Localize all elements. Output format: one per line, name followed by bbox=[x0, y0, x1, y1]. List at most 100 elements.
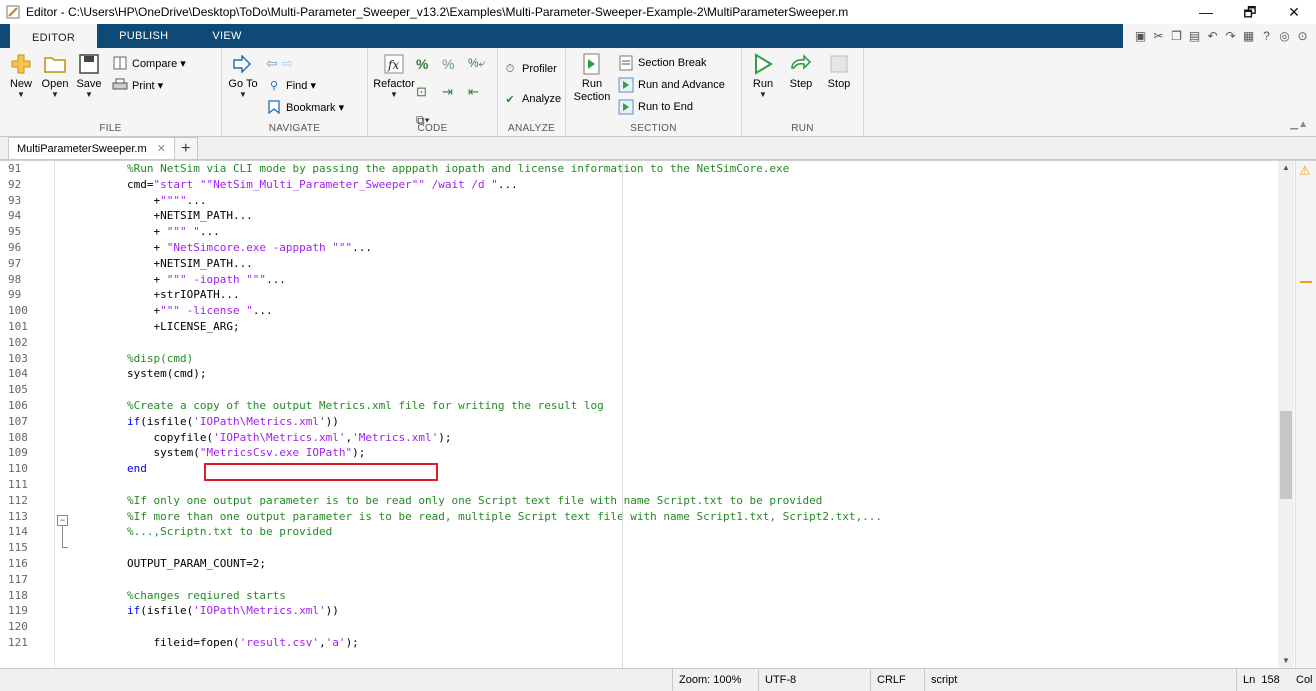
scroll-down-icon[interactable]: ▼ bbox=[1278, 654, 1294, 668]
code-line: fileid=fopen('result.csv','a'); bbox=[74, 635, 359, 649]
decrease-indent-icon[interactable]: ⇤ bbox=[468, 84, 490, 108]
line-number: 113 bbox=[8, 509, 28, 523]
code-line: %disp(cmd) bbox=[74, 351, 194, 365]
zoom-level: Zoom: 100% bbox=[672, 669, 759, 691]
back-arrow-icon[interactable]: ⇦ bbox=[266, 55, 278, 72]
line-number: 119 bbox=[8, 604, 28, 618]
line-number: 103 bbox=[8, 351, 28, 365]
line-number: 106 bbox=[8, 398, 28, 412]
copy-icon[interactable]: ❐ bbox=[1169, 29, 1184, 44]
navigate-group: Go To ▼ ⇦ ⇨ ⚲ Find ▾ Bookmark ▾ NAVIGATE bbox=[222, 48, 368, 136]
code-group: fx Refactor ▼ % % %⤶ ⊡ ⇥ ⇤ ⧉▾ CODE bbox=[368, 48, 498, 136]
code-line: + """ "... bbox=[74, 225, 220, 239]
status-bar: Zoom: 100% UTF-8 CRLF script Ln 158 Col … bbox=[0, 668, 1316, 691]
warning-marker[interactable] bbox=[1300, 281, 1312, 283]
line-number: 114 bbox=[8, 525, 28, 539]
right-margin-line bbox=[622, 161, 623, 668]
run-and-advance-button[interactable]: Run and Advance bbox=[618, 76, 725, 94]
redo-icon[interactable]: ↷ bbox=[1223, 29, 1238, 44]
code-line: %...,Scriptn.txt to be provided bbox=[74, 525, 333, 539]
minimize-button[interactable]: — bbox=[1184, 0, 1228, 24]
highlight-box bbox=[204, 463, 438, 481]
line-number: 111 bbox=[8, 477, 28, 491]
tab-editor[interactable]: EDITOR bbox=[10, 24, 98, 48]
paste-icon[interactable]: ▤ bbox=[1187, 29, 1202, 44]
close-button[interactable]: ✕ bbox=[1272, 0, 1316, 24]
section-break-button[interactable]: Section Break bbox=[618, 54, 725, 72]
line-number: 102 bbox=[8, 335, 28, 349]
code-line: %changes reqiured starts bbox=[74, 588, 286, 602]
close-tab-icon[interactable]: ✕ bbox=[157, 142, 166, 155]
help-icon[interactable]: ? bbox=[1259, 29, 1274, 44]
profiler-button[interactable]: ⏱ Profiler bbox=[502, 60, 561, 78]
line-ending: CRLF bbox=[870, 669, 921, 691]
title-bar: Editor - C:\Users\HP\OneDrive\Desktop\To… bbox=[0, 0, 1316, 24]
stop-icon bbox=[827, 52, 851, 76]
line-number: 121 bbox=[8, 635, 28, 649]
window-title: Editor - C:\Users\HP\OneDrive\Desktop\To… bbox=[26, 5, 849, 19]
layout-icon[interactable]: ▦ bbox=[1241, 29, 1256, 44]
step-icon bbox=[789, 52, 813, 76]
analyze-icon: ✔ bbox=[505, 93, 515, 106]
forward-arrow-icon[interactable]: ⇨ bbox=[282, 55, 294, 72]
code-line: +strIOPATH... bbox=[74, 288, 240, 302]
back-forward-buttons[interactable]: ⇦ ⇨ bbox=[266, 54, 344, 72]
line-number: 115 bbox=[8, 541, 28, 555]
community-icon[interactable]: ◎ bbox=[1277, 29, 1292, 44]
restore-button[interactable]: 🗗 bbox=[1228, 0, 1272, 24]
new-icon bbox=[9, 52, 33, 76]
tab-multiparametersweeper[interactable]: MultiParameterSweeper.m ✕ bbox=[8, 137, 175, 159]
increase-indent-icon[interactable]: ⇥ bbox=[442, 84, 464, 108]
run-to-end-button[interactable]: Run to End bbox=[618, 98, 725, 116]
dropdown-icon[interactable]: ⊙ bbox=[1295, 29, 1310, 44]
line-number: 100 bbox=[8, 304, 28, 318]
print-button[interactable]: Print ▾ bbox=[112, 76, 186, 94]
code-analyzer-bar: ⚠ bbox=[1295, 161, 1316, 668]
analyze-button[interactable]: ✔ Analyze bbox=[502, 90, 561, 108]
tab-publish[interactable]: PUBLISH bbox=[97, 24, 190, 48]
file-group: New ▼ Open ▼ Save ▼ Compare ▾ Print ▾ FI… bbox=[0, 48, 222, 136]
quick-access-toolbar: ▣ ✂ ❐ ▤ ↶ ↷ ▦ ? ◎ ⊙ bbox=[1123, 24, 1316, 48]
code-editor[interactable]: 91 92 93 94 95 96 97 98 99 100 101 102 103 104 105 106 1… bbox=[0, 160, 1316, 668]
svg-text:fx: fx bbox=[387, 58, 399, 72]
code-text-area[interactable]: %Run NetSim via CLI mode by passing the … bbox=[74, 161, 1278, 668]
line-number: 116 bbox=[8, 556, 28, 570]
tab-view[interactable]: VIEW bbox=[190, 24, 263, 48]
cut-icon[interactable]: ✂ bbox=[1151, 29, 1166, 44]
file-type: script bbox=[924, 669, 1231, 691]
line-number: 99 bbox=[8, 288, 22, 302]
code-line: copyfile('IOPath\Metrics.xml','Metrics.x… bbox=[74, 430, 452, 444]
document-tab-bar: MultiParameterSweeper.m ✕ + bbox=[0, 137, 1316, 160]
comment-icon[interactable]: % bbox=[416, 56, 438, 80]
ribbon-tab-bar: EDITOR PUBLISH VIEW ▣ ✂ ❐ ▤ ↶ ↷ ▦ ? ◎ ⊙ bbox=[0, 24, 1316, 48]
line-number: 104 bbox=[8, 367, 28, 381]
add-tab-button[interactable]: + bbox=[173, 137, 198, 159]
bookmark-button[interactable]: Bookmark ▾ bbox=[266, 98, 344, 116]
wrap-comment-icon[interactable]: %⤶ bbox=[468, 56, 490, 80]
indent-icon[interactable]: ⊡ bbox=[416, 84, 438, 108]
stopwatch-icon: ⏱ bbox=[505, 62, 515, 75]
line-number-gutter: 91 92 93 94 95 96 97 98 99 100 101 102 103 104 105 106 1… bbox=[0, 161, 44, 668]
save-icon[interactable]: ▣ bbox=[1133, 29, 1148, 44]
code-line: + """ -iopath """... bbox=[74, 272, 286, 286]
line-number: 101 bbox=[8, 319, 28, 333]
find-button[interactable]: ⚲ Find ▾ bbox=[266, 76, 344, 94]
compare-button[interactable]: Compare ▾ bbox=[112, 54, 186, 72]
goto-icon bbox=[231, 52, 255, 76]
code-line: +NETSIM_PATH... bbox=[74, 256, 253, 270]
line-number: 98 bbox=[8, 272, 22, 286]
matlab-editor-icon bbox=[6, 5, 20, 19]
code-line: system(cmd); bbox=[74, 367, 207, 381]
scrollbar-thumb[interactable] bbox=[1280, 411, 1292, 499]
warning-icon[interactable]: ⚠ bbox=[1299, 163, 1311, 179]
line-number: 96 bbox=[8, 240, 22, 254]
collapse-ribbon-icon[interactable]: ▁▲ bbox=[1290, 119, 1308, 130]
uncomment-icon[interactable]: % bbox=[442, 56, 464, 80]
line-number: 108 bbox=[8, 430, 28, 444]
line-number: 91 bbox=[8, 162, 22, 175]
function-icon: fx bbox=[382, 52, 406, 76]
undo-icon[interactable]: ↶ bbox=[1205, 29, 1220, 44]
scroll-up-icon[interactable]: ▲ bbox=[1278, 161, 1294, 175]
vertical-scrollbar[interactable]: ▲ ▼ bbox=[1278, 161, 1294, 668]
play-icon bbox=[751, 52, 775, 76]
